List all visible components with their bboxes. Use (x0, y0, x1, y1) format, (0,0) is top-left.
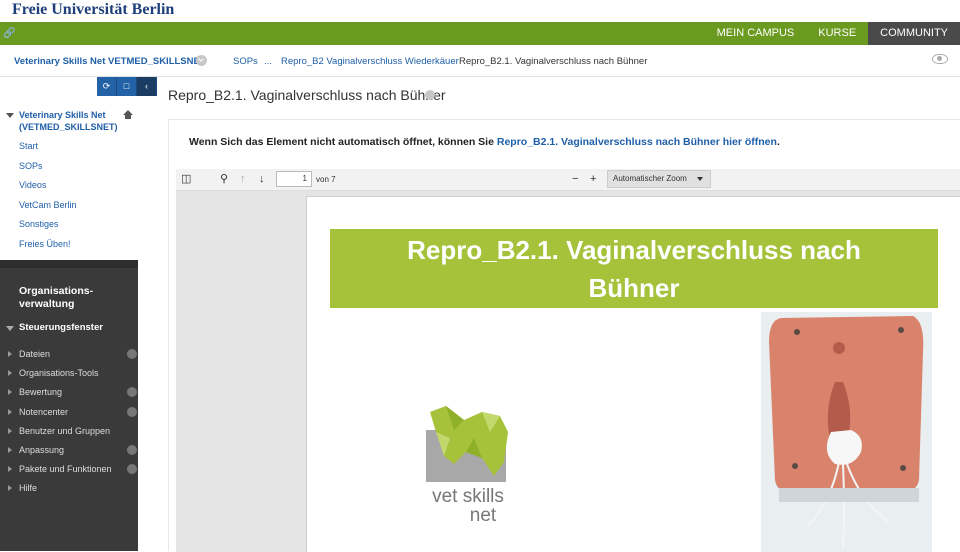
course-menu: Start SOPs Videos VetCam Berlin Sonstige… (19, 139, 77, 256)
breadcrumb-current: Repro_B2.1. Vaginalverschluss nach Bühne… (459, 56, 648, 67)
arrow-down-icon[interactable]: ↓ (259, 173, 265, 186)
sidebar-item-freies-ueben[interactable]: Freies Üben! (19, 237, 77, 257)
course-menu-expand-icon[interactable] (6, 113, 14, 118)
pdf-page: Repro_B2.1. Vaginalverschluss nach Bühne… (306, 196, 960, 552)
control-panel: Organisations- verwaltung Steuerungsfens… (0, 260, 138, 551)
nav-community[interactable]: COMMUNITY (868, 22, 960, 45)
breadcrumb-sops[interactable]: SOPs (233, 56, 258, 67)
control-panel-list: Dateien Organisations-Tools Bewertung No… (0, 348, 138, 502)
top-nav: MEIN CAMPUS KURSE COMMUNITY (705, 22, 960, 45)
link-icon[interactable]: 🔗 (3, 28, 15, 39)
sidebar-item-videos[interactable]: Videos (19, 178, 77, 198)
page-count: von 7 (316, 175, 336, 184)
org-management-title: Organisations- verwaltung (19, 285, 94, 310)
nav-mein-campus[interactable]: MEIN CAMPUS (705, 22, 807, 45)
collapse-sidebar-icon[interactable]: ‹ (137, 77, 157, 96)
search-icon[interactable]: ⚲ (220, 173, 228, 186)
zoom-out-icon[interactable]: − (572, 173, 578, 186)
cp-item-benutzer-gruppen[interactable]: Benutzer und Gruppen (0, 425, 138, 444)
pdf-toolbar: ◫ ⚲ ↑ ↓ 1 von 7 − + Automatischer Zoom (176, 169, 960, 191)
control-panel-expand-icon[interactable] (6, 326, 14, 331)
logo-text: vet skills net (432, 486, 504, 526)
sidebar-item-sonstiges[interactable]: Sonstiges (19, 217, 77, 237)
plus-icon[interactable] (127, 406, 137, 417)
caret-right-icon (8, 351, 12, 357)
breadcrumb: Veterinary Skills Net VETMED_SKILLSNET S… (0, 45, 960, 77)
breadcrumb-ellipsis[interactable]: ... (264, 56, 272, 67)
page-number-input[interactable]: 1 (276, 171, 312, 187)
caret-right-icon (8, 446, 12, 453)
zoom-in-icon[interactable]: + (590, 173, 596, 186)
open-element-link[interactable]: Repro_B2.1. Vaginalverschluss nach Bühne… (497, 136, 777, 148)
caret-right-icon (8, 427, 12, 434)
caret-right-icon (8, 370, 12, 377)
content-frame: Wenn Sich das Element nicht automatisch … (168, 119, 960, 552)
zoom-select[interactable]: Automatischer Zoom (607, 170, 711, 188)
caret-right-icon (8, 485, 12, 492)
cp-item-pakete-funktionen[interactable]: Pakete und Funktionen (0, 463, 138, 482)
sidebar-course-title[interactable]: Veterinary Skills Net (VETMED_SKILLSNET) (19, 109, 118, 133)
sidebar-item-sops[interactable]: SOPs (19, 159, 77, 179)
course-sidebar: ⟳ □ ‹ Veterinary Skills Net (VETMED_SKIL… (0, 77, 157, 551)
refresh-icon[interactable]: ⟳ (97, 77, 117, 96)
breadcrumb-repro-b2[interactable]: Repro_B2 Vaginalverschluss Wiederkäuer (281, 56, 459, 67)
plus-icon[interactable] (127, 349, 137, 359)
sidebar-item-vetcam[interactable]: VetCam Berlin (19, 198, 77, 218)
caret-right-icon (8, 466, 12, 473)
pdf-banner: Repro_B2.1. Vaginalverschluss nach Bühne… (330, 229, 938, 308)
plus-icon[interactable] (127, 387, 137, 398)
page-title: Repro_B2.1. Vaginalverschluss nach Bühne… (168, 87, 446, 103)
cp-item-notencenter[interactable]: Notencenter (0, 406, 138, 425)
arrow-up-icon[interactable]: ↑ (240, 173, 246, 186)
folder-icon[interactable]: □ (117, 77, 137, 96)
sidebar-toggle-icon[interactable]: ◫ (181, 173, 191, 186)
cp-item-dateien[interactable]: Dateien (0, 348, 138, 367)
cp-item-organisations-tools[interactable]: Organisations-Tools (0, 367, 138, 386)
sidebar-item-start[interactable]: Start (19, 139, 77, 159)
chevron-down-icon[interactable] (196, 55, 207, 66)
cp-item-hilfe[interactable]: Hilfe (0, 482, 138, 501)
nav-kurse[interactable]: KURSE (806, 22, 868, 45)
pdf-viewer-area[interactable]: Repro_B2.1. Vaginalverschluss nach Bühne… (176, 191, 960, 552)
cp-item-anpassung[interactable]: Anpassung (0, 444, 138, 463)
cp-item-bewertung[interactable]: Bewertung (0, 386, 138, 405)
control-panel-title[interactable]: Steuerungsfenster (19, 322, 103, 333)
university-bar: Freie Universität Berlin (0, 0, 960, 22)
sidebar-toolbar: ⟳ □ ‹ (97, 77, 157, 96)
breadcrumb-course[interactable]: Veterinary Skills Net VETMED_SKILLSNET (14, 56, 206, 67)
suture-model-photo (761, 312, 932, 552)
open-element-message: Wenn Sich das Element nicht automatisch … (189, 136, 780, 148)
home-icon[interactable] (123, 110, 133, 119)
plus-icon[interactable] (127, 444, 137, 455)
caret-right-icon (8, 408, 12, 415)
chevron-down-icon[interactable] (425, 90, 435, 100)
eye-icon[interactable] (932, 54, 948, 64)
plus-icon[interactable] (127, 464, 137, 475)
caret-right-icon (8, 389, 12, 396)
university-logo[interactable]: Freie Universität Berlin (12, 1, 174, 19)
